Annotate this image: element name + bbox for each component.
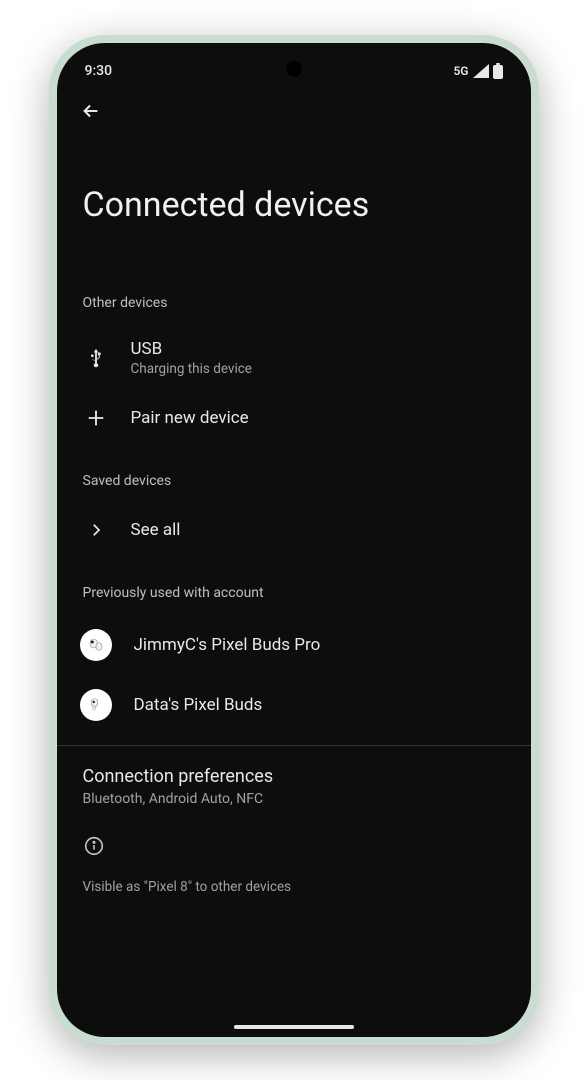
screen: 9:30 5G Connected devices Other devices … (57, 43, 531, 1037)
earbuds-icon (80, 689, 112, 721)
previous-device-1-title: Data's Pixel Buds (134, 695, 263, 715)
status-time: 9:30 (85, 63, 113, 79)
usb-icon (83, 345, 109, 371)
pair-new-device-item[interactable]: Pair new device (57, 391, 531, 445)
pair-title: Pair new device (131, 408, 249, 428)
info-icon-row (57, 813, 531, 867)
connection-preferences-item[interactable]: Connection preferences Bluetooth, Androi… (57, 746, 531, 813)
usb-text: USB Charging this device (131, 339, 252, 377)
signal-icon (473, 64, 489, 78)
network-type: 5G (453, 64, 468, 78)
visibility-text: Visible as "Pixel 8" to other devices (57, 867, 531, 895)
section-header-previous: Previously used with account (57, 575, 531, 615)
usb-sub: Charging this device (131, 361, 252, 377)
info-icon (83, 835, 105, 857)
earbuds-icon (80, 629, 112, 661)
camera-notch (286, 61, 302, 77)
see-all-title: See all (131, 520, 181, 540)
page-title: Connected devices (57, 135, 531, 285)
plus-icon (83, 405, 109, 431)
see-all-item[interactable]: See all (57, 503, 531, 557)
battery-icon (493, 63, 503, 79)
chevron-right-icon (83, 517, 109, 543)
status-right: 5G (453, 63, 502, 79)
pref-sub: Bluetooth, Android Auto, NFC (83, 791, 505, 807)
arrow-back-icon (80, 100, 102, 122)
back-button[interactable] (77, 97, 105, 125)
previous-device-0-title: JimmyC's Pixel Buds Pro (134, 635, 321, 655)
section-header-other: Other devices (57, 285, 531, 325)
previous-device-1[interactable]: Data's Pixel Buds (57, 675, 531, 735)
previous-device-0[interactable]: JimmyC's Pixel Buds Pro (57, 615, 531, 675)
pref-title: Connection preferences (83, 766, 505, 787)
app-bar (57, 87, 531, 135)
usb-title: USB (131, 339, 252, 359)
usb-item[interactable]: USB Charging this device (57, 325, 531, 391)
section-header-saved: Saved devices (57, 463, 531, 503)
navigation-handle[interactable] (234, 1025, 354, 1029)
phone-frame: 9:30 5G Connected devices Other devices … (49, 35, 539, 1045)
